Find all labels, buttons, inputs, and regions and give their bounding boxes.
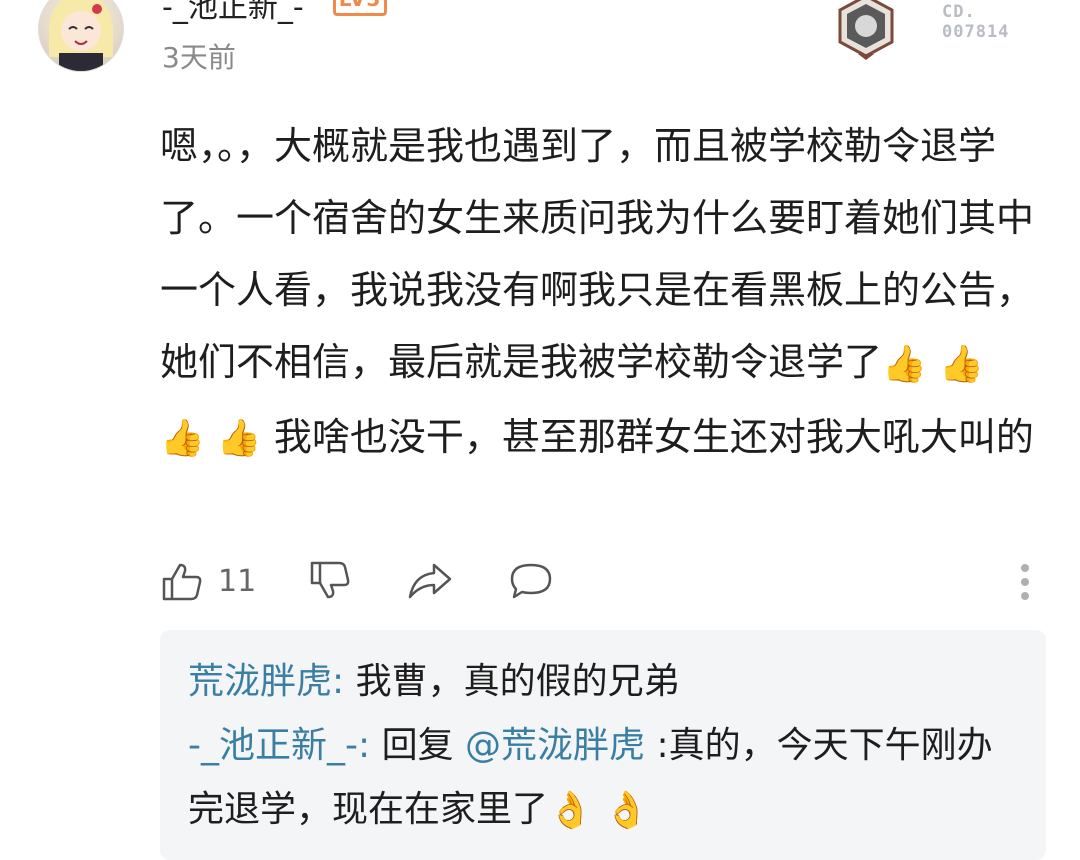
dislike-button[interactable]: [308, 556, 352, 606]
more-vertical-icon: [1021, 564, 1029, 572]
reply-separator: :: [357, 725, 382, 766]
mention-link[interactable]: @荒泷胖虎: [465, 725, 645, 766]
comment-text-tail: 我啥也没干，甚至那群女生还对我大吼大叫的: [273, 414, 1034, 459]
comment-actions: 11: [160, 556, 1040, 612]
share-button[interactable]: [406, 556, 454, 606]
reply-text: 我曹，真的假的兄弟: [355, 661, 680, 702]
card-number-label: CD.: [942, 2, 976, 22]
thumbs-up-emoji: 👍: [938, 343, 984, 385]
ok-hand-emoji: 👌: [604, 790, 650, 831]
level-badge: LV5: [333, 0, 387, 16]
avatar[interactable]: [38, 0, 124, 72]
more-options-button[interactable]: [1016, 560, 1034, 604]
reply-author[interactable]: -_池正新_-: [188, 725, 358, 766]
reply-prefix: 回复: [381, 725, 466, 766]
ok-hand-emoji: 👌: [548, 790, 593, 831]
card-number: CD. 007814: [942, 2, 1009, 42]
reply-item[interactable]: -_池正新_-: 回复 @荒泷胖虎 :真的，今天下午刚办完退学，现在在家里了👌 …: [188, 714, 1018, 843]
thumbs-up-emoji: 👍: [882, 343, 927, 385]
like-button[interactable]: 11: [160, 556, 256, 606]
reply-item[interactable]: 荒泷胖虎: 我曹，真的假的兄弟: [188, 650, 1018, 714]
comment-icon: [510, 563, 552, 599]
username[interactable]: -_池正新_-: [162, 0, 304, 28]
reply-thread[interactable]: 荒泷胖虎: 我曹，真的假的兄弟 -_池正新_-: 回复 @荒泷胖虎 :真的，今天…: [160, 630, 1046, 860]
avatar-image: [49, 0, 113, 71]
thumbs-down-icon: [310, 561, 350, 599]
thumbs-up-emoji: 👍: [216, 418, 262, 459]
medal-icon[interactable]: [836, 0, 896, 62]
thumbs-up-icon: [162, 563, 202, 601]
thumbs-up-emoji: 👍: [160, 418, 205, 459]
like-count: 11: [218, 563, 257, 599]
reply-separator: :: [332, 661, 356, 702]
reply-button[interactable]: [508, 556, 554, 606]
card-number-value: 007814: [942, 22, 1010, 42]
comment-body: 嗯，。，大概就是我也遇到了，而且被学校勒令退学了。一个宿舍的女生来质问我为什么要…: [160, 110, 1040, 475]
timestamp: 3天前: [162, 41, 236, 74]
share-icon: [408, 563, 452, 599]
reply-author[interactable]: 荒泷胖虎: [188, 661, 332, 702]
